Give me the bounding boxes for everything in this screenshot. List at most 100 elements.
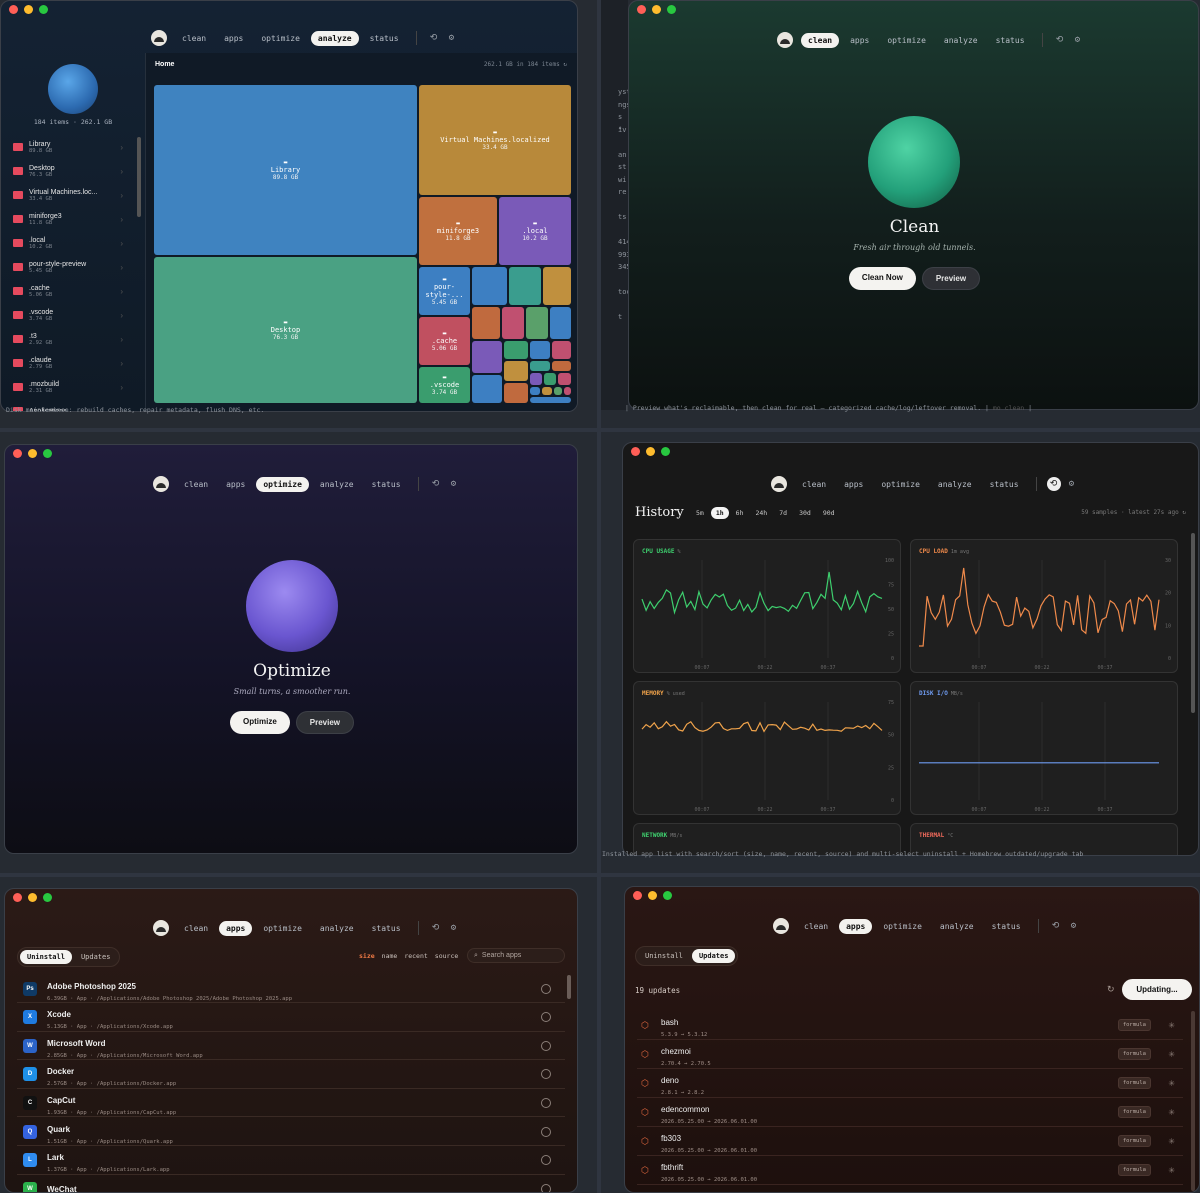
range-6h[interactable]: 6h	[731, 507, 749, 519]
tab-apps[interactable]: apps	[219, 477, 252, 492]
minimize-dot[interactable]	[646, 447, 655, 456]
app-row[interactable]: Q Quark 1.51GB · App · /Applications/Quark…	[17, 1118, 565, 1146]
minimize-dot[interactable]	[648, 891, 657, 900]
tab-status[interactable]: status	[365, 921, 408, 936]
range-1h[interactable]: 1h	[710, 507, 729, 519]
tab-clean[interactable]: clean	[797, 919, 835, 934]
sidebar-scrollbar[interactable]	[137, 137, 141, 217]
treemap-tile[interactable]	[544, 373, 556, 385]
select-radio[interactable]	[541, 1155, 551, 1166]
tab-status[interactable]: status	[985, 919, 1028, 934]
minimize-dot[interactable]	[24, 5, 33, 14]
tab-updates[interactable]: Updates	[74, 950, 118, 964]
minimize-dot[interactable]	[652, 5, 661, 14]
tab-optimize[interactable]: optimize	[254, 31, 307, 46]
sort-size[interactable]: size	[359, 952, 375, 960]
tab-status[interactable]: status	[989, 33, 1032, 48]
treemap-tile[interactable]	[554, 387, 562, 395]
treemap-tile[interactable]	[502, 307, 524, 339]
tab-analyze[interactable]: analyze	[313, 477, 361, 492]
updates-scrollbar[interactable]	[1191, 1011, 1195, 1191]
sort-name[interactable]: name	[382, 952, 398, 960]
tab-optimize[interactable]: optimize	[876, 919, 929, 934]
treemap-tile[interactable]: ▬ Desktop 76.3 GB	[154, 257, 417, 403]
treemap-tile[interactable]: ▬ .cache 5.06 GB	[419, 317, 470, 365]
zoom-dot[interactable]	[661, 447, 670, 456]
select-radio[interactable]	[541, 1040, 551, 1051]
gear-icon[interactable]: ⚙	[1067, 919, 1081, 933]
select-radio[interactable]	[541, 1126, 551, 1137]
search-input[interactable]: Search apps	[482, 952, 521, 959]
range-7d[interactable]: 7d	[774, 507, 792, 519]
tab-optimize[interactable]: optimize	[256, 921, 309, 936]
tab-clean[interactable]: clean	[795, 477, 833, 492]
history-icon[interactable]: ⟲	[427, 31, 441, 45]
range-90d[interactable]: 90d	[818, 507, 840, 519]
treemap-tile[interactable]	[530, 387, 540, 395]
treemap-tile[interactable]	[543, 267, 571, 305]
update-row[interactable]: ⬡ fbthrift 2026.05.25.00 → 2026.06.01.00 fo…	[637, 1156, 1183, 1185]
gear-icon[interactable]: ⚙	[1065, 477, 1079, 491]
treemap-tile[interactable]	[509, 267, 541, 305]
refresh-icon[interactable]: ↻	[1107, 984, 1115, 995]
update-row[interactable]: ⬡ chezmoi 2.70.4 → 2.70.5 formula ✳	[637, 1040, 1183, 1069]
zoom-dot[interactable]	[39, 5, 48, 14]
treemap-tile[interactable]: ▬ pour-style-... 5.45 GB	[419, 267, 470, 315]
sidebar-item[interactable]: Desktop 76.3 GB ›	[1, 159, 139, 183]
minimize-dot[interactable]	[28, 449, 37, 458]
tab-clean[interactable]: clean	[177, 477, 215, 492]
breadcrumb[interactable]: Home	[155, 61, 174, 68]
treemap-tile[interactable]	[530, 397, 571, 403]
tab-apps[interactable]: apps	[219, 920, 253, 936]
tab-clean[interactable]: clean	[801, 32, 840, 48]
gear-icon[interactable]: ⚙	[447, 921, 461, 935]
treemap-tile[interactable]: ▬ Library 89.8 GB	[154, 85, 417, 255]
sidebar-item[interactable]: .mozbuild 2.31 GB ›	[1, 375, 139, 399]
sidebar-item[interactable]: .claude 2.79 GB ›	[1, 351, 139, 375]
treemap-tile[interactable]: ▬ miniforge3 11.8 GB	[419, 197, 497, 265]
sidebar-item[interactable]: miniforge3 11.8 GB ›	[1, 207, 139, 231]
sidebar-item[interactable]: .vscode 3.74 GB ›	[1, 303, 139, 327]
treemap-tile[interactable]	[558, 373, 571, 385]
preview-button[interactable]: Preview	[295, 711, 355, 734]
clean-now-button[interactable]: Clean Now	[848, 267, 916, 290]
treemap-tile[interactable]	[550, 307, 571, 339]
zoom-dot[interactable]	[43, 893, 52, 902]
treemap-tile[interactable]	[530, 373, 542, 385]
tab-status[interactable]: status	[363, 31, 406, 46]
select-radio[interactable]	[541, 1097, 551, 1108]
treemap-tile[interactable]	[504, 383, 528, 403]
zoom-dot[interactable]	[667, 5, 676, 14]
history-icon[interactable]: ⟲	[1053, 33, 1067, 47]
treemap-tile[interactable]	[472, 341, 502, 373]
history-scrollbar[interactable]	[1191, 533, 1195, 713]
history-icon[interactable]: ⟲	[429, 477, 443, 491]
treemap-tile[interactable]	[504, 341, 528, 359]
tab-analyze[interactable]: analyze	[310, 30, 359, 46]
tab-analyze[interactable]: analyze	[931, 477, 979, 492]
gear-icon[interactable]: ⚙	[1071, 33, 1085, 47]
app-row[interactable]: Ps Adobe Photoshop 2025 6.39GB · App · /Ap…	[17, 975, 565, 1003]
tab-apps[interactable]: apps	[837, 477, 870, 492]
treemap-tile[interactable]	[472, 267, 507, 305]
update-row[interactable]: ⬡ edencommon 2026.05.25.00 → 2026.06.01.00…	[637, 1098, 1183, 1127]
sort-source[interactable]: source	[435, 952, 458, 960]
history-icon[interactable]: ⟲	[429, 921, 443, 935]
select-radio[interactable]	[541, 983, 551, 994]
select-radio[interactable]	[541, 1069, 551, 1080]
app-row[interactable]: W Microsoft Word 2.85GB · App · /Applicati…	[17, 1032, 565, 1061]
treemap-tile[interactable]	[526, 307, 548, 339]
app-row[interactable]: D Docker 2.57GB · App · /Applications/Dock…	[17, 1061, 565, 1089]
treemap-tile[interactable]	[542, 387, 552, 395]
history-icon[interactable]: ⟲	[1046, 477, 1061, 491]
app-logo-icon[interactable]	[151, 30, 167, 46]
preview-button[interactable]: Preview	[921, 267, 981, 290]
close-dot[interactable]	[633, 891, 642, 900]
sidebar-item[interactable]: Library 89.8 GB ›	[1, 135, 139, 159]
tab-analyze[interactable]: analyze	[313, 921, 361, 936]
sidebar-item[interactable]: Virtual Machines.loc... 33.4 GB ›	[1, 183, 139, 207]
refresh-icon[interactable]: ↻	[1182, 509, 1186, 516]
treemap-tile[interactable]: ▬ Virtual Machines.localized 33.4 GB	[419, 85, 571, 195]
tab-apps[interactable]: apps	[839, 918, 873, 934]
sidebar-item[interactable]: .t3 2.92 GB ›	[1, 327, 139, 351]
